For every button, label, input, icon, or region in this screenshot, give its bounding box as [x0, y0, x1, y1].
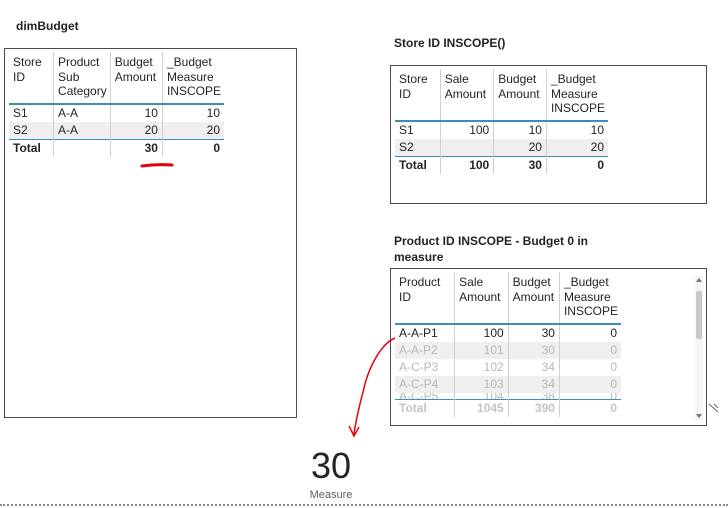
table-cell: A-C-P3	[395, 358, 456, 376]
scroll-up-icon[interactable]	[695, 277, 703, 283]
table-cell: 34	[508, 358, 560, 376]
column-header[interactable]: _Budget Measure INSCOPE	[546, 69, 608, 122]
table-cell: 10	[110, 103, 163, 122]
column-header[interactable]: Budget Amount	[508, 272, 560, 325]
table-cell: 20	[162, 121, 224, 139]
table-cell: A-C-P4	[395, 375, 456, 393]
column-header[interactable]: Sale Amount	[440, 69, 495, 122]
table-cell: 10	[493, 120, 547, 139]
column-header[interactable]: Product ID	[395, 272, 456, 325]
table-cell: 20	[546, 138, 608, 156]
table-row[interactable]: A-C-P4 103 34 0	[395, 375, 621, 393]
table-cell: 1045	[454, 398, 509, 417]
dim-budget-table: Store ID Product Sub Category Budget Amo…	[9, 52, 224, 157]
table-cell: 0	[610, 359, 617, 374]
scroll-down-icon[interactable]	[695, 413, 703, 419]
card-value: 30	[310, 445, 352, 486]
column-header[interactable]: Store ID	[9, 52, 55, 105]
table-cell: 30	[508, 341, 560, 359]
table-cell: S1	[395, 120, 441, 139]
table-cell: 30	[508, 323, 560, 342]
product-inscope-table: Product ID Sale Amount Budget Amount _Bu…	[395, 272, 621, 417]
column-header[interactable]: Budget Amount	[493, 69, 547, 122]
dim-budget-title: dimBudget	[16, 19, 79, 33]
column-header[interactable]: Product Sub Category	[53, 52, 111, 105]
table-cell: A-A	[53, 121, 111, 139]
resize-handle-icon[interactable]	[708, 402, 720, 414]
table-cell: 10	[206, 105, 220, 120]
table-cell: 0	[162, 138, 224, 157]
column-header[interactable]: _Budget Measure INSCOPE	[162, 52, 224, 105]
table-cell: S2	[9, 121, 55, 139]
table-row[interactable]: S2 20 20	[395, 138, 608, 156]
total-row: Total 100 30 0	[395, 155, 608, 174]
product-inscope-title: Product ID INSCOPE - Budget 0 in measure	[394, 234, 589, 264]
table-header-row: Store ID Product Sub Category Budget Amo…	[9, 52, 224, 105]
table-cell: 100	[454, 323, 509, 342]
table-cell: A-A-P2	[395, 341, 456, 359]
total-label: Total	[395, 398, 456, 417]
table-cell: S2	[395, 138, 441, 156]
table-header-row: Store ID Sale Amount Budget Amount _Budg…	[395, 69, 608, 122]
table-cell: 103	[454, 375, 509, 393]
table-cell: 34	[508, 375, 560, 393]
total-row: Total 30 0	[9, 138, 224, 157]
column-header[interactable]: Store ID	[395, 69, 441, 122]
total-label: Total	[9, 138, 55, 157]
table-cell: S1	[9, 103, 55, 122]
table-cell: 0	[610, 325, 617, 340]
table-cell: 0	[559, 375, 621, 393]
red-underline-annotation	[140, 163, 174, 168]
table-cell: 20	[110, 121, 163, 139]
table-cell: 101	[454, 341, 509, 359]
table-cell	[53, 138, 111, 157]
store-inscope-title: Store ID INSCOPE()	[394, 36, 506, 50]
page-boundary-divider	[0, 504, 728, 506]
table-cell: 100	[440, 155, 495, 174]
column-header[interactable]: Sale Amount	[454, 272, 509, 325]
table-row[interactable]: S1 100 10 10	[395, 120, 608, 139]
total-budget-amount: 30	[110, 138, 163, 157]
table-cell: 10	[590, 122, 604, 137]
table-cell: 20	[493, 138, 547, 156]
table-header-row: Product ID Sale Amount Budget Amount _Bu…	[395, 272, 621, 325]
table-cell	[440, 138, 495, 156]
column-header[interactable]: _Budget Measure INSCOPE	[559, 272, 621, 325]
product-inscope-visual[interactable]: Product ID Sale Amount Budget Amount _Bu…	[390, 268, 707, 426]
table-row[interactable]: S2 A-A 20 20	[9, 121, 224, 139]
table-row[interactable]: A-C-P3 102 34 0	[395, 358, 621, 376]
red-arrow-annotation	[348, 337, 396, 438]
column-header[interactable]: Budget Amount	[110, 52, 163, 105]
table-cell: 0	[559, 398, 621, 417]
table-cell: A-A	[53, 103, 111, 122]
table-cell: 102	[454, 358, 509, 376]
table-cell: 30	[493, 155, 547, 174]
dim-budget-visual[interactable]: Store ID Product Sub Category Budget Amo…	[4, 48, 297, 418]
card-label: Measure	[309, 489, 353, 501]
table-row[interactable]: A-A-P2 101 30 0	[395, 341, 621, 359]
table-row[interactable]: A-A-P1 100 30 0	[395, 323, 621, 342]
table-cell: 0	[546, 155, 608, 174]
total-label: Total	[395, 155, 441, 174]
store-inscope-visual[interactable]: Store ID Sale Amount Budget Amount _Budg…	[390, 65, 707, 204]
table-row[interactable]: S1 A-A 10 10	[9, 103, 224, 122]
scrollbar-thumb[interactable]	[696, 291, 702, 339]
table-cell: A-A-P1	[395, 323, 456, 342]
store-inscope-table: Store ID Sale Amount Budget Amount _Budg…	[395, 69, 608, 174]
table-cell: 0	[559, 341, 621, 359]
table-cell: 100	[440, 120, 495, 139]
table-cell: 390	[508, 398, 560, 417]
total-row: Total 1045 390 0	[395, 398, 621, 417]
